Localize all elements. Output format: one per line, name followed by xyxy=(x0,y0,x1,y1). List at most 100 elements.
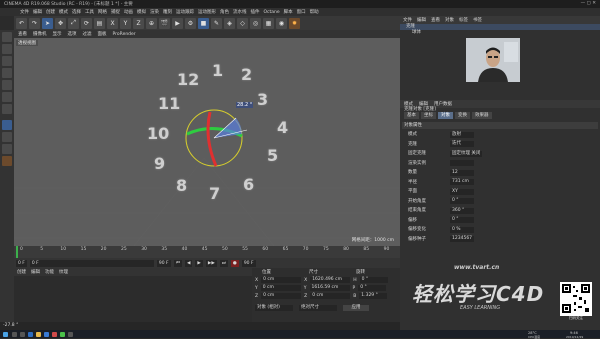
size-x-field[interactable]: 1620.496 cm xyxy=(310,277,351,283)
attribute-menu-item[interactable]: 用户数据 xyxy=(434,101,452,107)
object-menu-item[interactable]: 标签 xyxy=(459,17,468,23)
undo-icon[interactable]: ↶ xyxy=(16,17,27,29)
attribute-value[interactable]: 731 cm xyxy=(450,179,474,185)
attribute-value[interactable]: 0 ° xyxy=(450,198,474,204)
attribute-tab[interactable]: 基本 xyxy=(404,112,419,119)
attribute-value[interactable]: 固定纹理 关闭 xyxy=(450,150,483,157)
cube-icon[interactable]: ■ xyxy=(198,17,209,29)
coord-mode-select[interactable]: 对象 (相对) xyxy=(255,305,293,311)
render-settings-icon[interactable]: ⚙ xyxy=(185,17,196,29)
window-controls[interactable]: — ▢ ✕ xyxy=(581,1,596,6)
pos-z-field[interactable]: 0 cm xyxy=(261,293,302,299)
menu-item[interactable]: 插件 xyxy=(251,9,260,15)
app-icon[interactable] xyxy=(52,331,57,337)
menu-item[interactable]: 角色 xyxy=(220,9,229,15)
viewport[interactable]: 透视视图 28.2 ° 12 1 2 3 4 5 6 7 8 9 10 11 网… xyxy=(14,38,400,246)
timeline[interactable]: 0 5 10 15 20 25 30 35 40 45 50 55 60 65 70 75 80 85 90 xyxy=(14,246,400,258)
attribute-value[interactable] xyxy=(450,160,474,166)
object-menu-item[interactable]: 编辑 xyxy=(417,17,426,23)
texture-mode-icon[interactable] xyxy=(2,56,12,66)
material-menu-item[interactable]: 编辑 xyxy=(31,269,40,275)
edge-icon[interactable] xyxy=(28,331,33,337)
menu-item[interactable]: 运动跟踪 xyxy=(176,9,194,15)
axis-mode-icon[interactable] xyxy=(2,120,12,130)
material-menu-item[interactable]: 功能 xyxy=(45,269,54,275)
c4d-icon[interactable] xyxy=(44,331,49,337)
sculpt-icon[interactable] xyxy=(2,156,12,166)
menu-item[interactable]: 模式 xyxy=(59,9,68,15)
rot-h-field[interactable]: 0 ° xyxy=(359,277,388,283)
coordinate-system-icon[interactable]: ⊕ xyxy=(146,17,157,29)
menu-item[interactable]: 创建 xyxy=(46,9,55,15)
attribute-tab[interactable]: 变换 xyxy=(455,112,470,119)
viewport-menu-item[interactable]: 查看 xyxy=(18,31,27,37)
start-icon[interactable] xyxy=(3,331,8,337)
pen-icon[interactable]: ✎ xyxy=(211,17,222,29)
size-mode-select[interactable]: 绝对尺寸 xyxy=(299,305,337,311)
menu-item[interactable]: 模拟 xyxy=(137,9,146,15)
material-menu-item[interactable]: 纹理 xyxy=(59,269,68,275)
menu-item[interactable]: 帮助 xyxy=(310,9,319,15)
attribute-value[interactable]: XY xyxy=(450,188,474,195)
lock-workplane-icon[interactable] xyxy=(2,144,12,154)
workplane-icon[interactable] xyxy=(2,68,12,78)
menu-item[interactable]: 脚本 xyxy=(284,9,293,15)
menu-item[interactable]: 动画 xyxy=(124,9,133,15)
points-mode-icon[interactable] xyxy=(2,80,12,90)
attribute-value[interactable]: 0 ° xyxy=(450,217,474,223)
light-icon[interactable]: ✹ xyxy=(289,17,300,29)
rot-b-field[interactable]: 1.329 ° xyxy=(359,293,388,299)
attribute-value[interactable]: 0 % xyxy=(450,226,474,233)
deformer-icon[interactable]: ◎ xyxy=(250,17,261,29)
cloner-icon[interactable]: ◇ xyxy=(237,17,248,29)
render-view-icon[interactable]: 🎬 xyxy=(159,17,170,29)
rot-p-field[interactable]: 0 ° xyxy=(358,285,387,291)
end-frame-field[interactable]: 90 F xyxy=(156,259,171,267)
menu-item[interactable]: 运动图形 xyxy=(198,9,216,15)
viewport-menu-item[interactable]: 显示 xyxy=(53,31,62,37)
move-icon[interactable]: ✥ xyxy=(55,17,66,29)
scale-icon[interactable]: ⤢ xyxy=(68,17,79,29)
wechat-icon[interactable] xyxy=(60,331,65,337)
x-axis-icon[interactable]: X xyxy=(107,17,118,29)
live-select-icon[interactable]: ➤ xyxy=(42,17,53,29)
apply-button[interactable]: 应用 xyxy=(343,305,369,311)
object-menu-item[interactable]: 查看 xyxy=(431,17,440,23)
menu-item[interactable]: 文件 xyxy=(20,9,29,15)
end-frame-right[interactable]: 90 F xyxy=(241,259,256,267)
record-icon[interactable]: ● xyxy=(230,259,239,267)
recent-tools-icon[interactable]: ▤ xyxy=(94,17,105,29)
snap-icon[interactable] xyxy=(2,132,12,142)
object-row[interactable]: 球体 xyxy=(400,30,600,36)
next-key-icon[interactable]: ▶▶ xyxy=(205,259,217,267)
z-axis-icon[interactable]: Z xyxy=(133,17,144,29)
menu-item[interactable]: 窗口 xyxy=(297,9,306,15)
play-icon[interactable]: ▶ xyxy=(195,259,203,267)
taskview-icon[interactable] xyxy=(20,331,25,337)
menu-item[interactable]: 选择 xyxy=(72,9,81,15)
attribute-value[interactable]: 放射 xyxy=(450,131,474,138)
viewport-menu-item[interactable]: 面板 xyxy=(98,31,107,37)
scene-canvas[interactable] xyxy=(14,38,400,246)
current-frame-field[interactable]: 0 F xyxy=(16,259,27,267)
attribute-tab[interactable]: 效果器 xyxy=(472,112,492,119)
go-start-icon[interactable]: ⏮ xyxy=(173,259,182,267)
polygons-mode-icon[interactable] xyxy=(2,104,12,114)
search-icon[interactable] xyxy=(12,331,17,337)
go-end-icon[interactable]: ⏭ xyxy=(219,259,228,267)
menu-item[interactable]: 流水线 xyxy=(233,9,247,15)
object-menu-item[interactable]: 书签 xyxy=(473,17,482,23)
pos-y-field[interactable]: 0 cm xyxy=(260,285,301,291)
app-icon[interactable] xyxy=(68,331,73,337)
size-y-field[interactable]: 1616.59 cm xyxy=(309,285,350,291)
playhead[interactable] xyxy=(16,246,18,258)
object-menu-item[interactable]: 文件 xyxy=(403,17,412,23)
make-editable-icon[interactable] xyxy=(2,32,12,42)
material-menu-item[interactable]: 创建 xyxy=(17,269,26,275)
model-mode-icon[interactable] xyxy=(2,44,12,54)
viewport-menu-item[interactable]: 过滤 xyxy=(83,31,92,37)
attribute-tab[interactable]: 对象 xyxy=(438,112,453,119)
menu-item[interactable]: 网格 xyxy=(98,9,107,15)
render-picture-icon[interactable]: ▶ xyxy=(172,17,183,29)
prev-key-icon[interactable]: ◀ xyxy=(184,259,193,267)
